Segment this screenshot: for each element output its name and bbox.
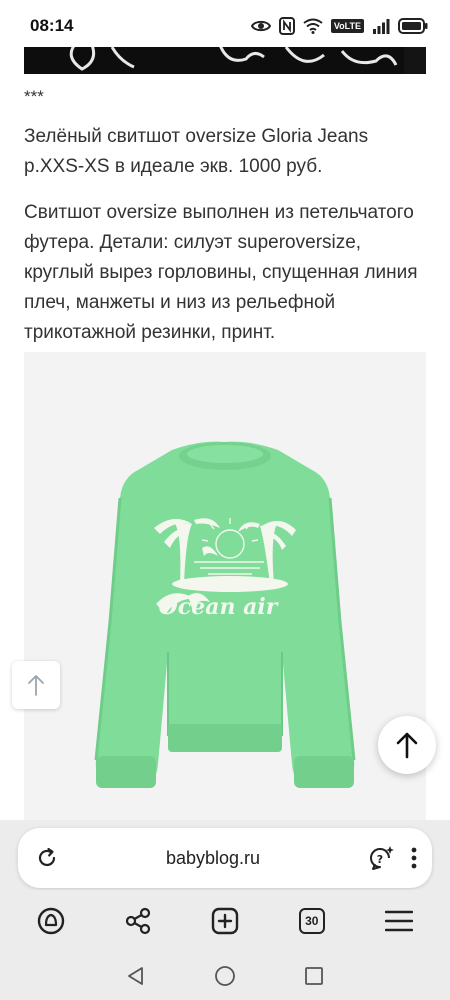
home-icon[interactable]: [214, 965, 236, 987]
wifi-icon: [303, 18, 323, 34]
alice-button[interactable]: [29, 899, 73, 943]
more-menu-icon[interactable]: [410, 846, 418, 870]
tabs-count-badge: 30: [298, 908, 325, 934]
eye-icon: [250, 19, 271, 33]
plus-square-icon: [211, 907, 239, 935]
status-time: 08:14: [30, 16, 74, 35]
address-bar[interactable]: babyblog.ru ?: [18, 828, 432, 888]
alice-icon: [37, 907, 65, 935]
url-text[interactable]: babyblog.ru: [166, 848, 260, 869]
browser-toolbar: 30: [0, 890, 450, 952]
share-icon: [124, 907, 152, 935]
system-nav-bar: [0, 952, 450, 1000]
print-text: Ocean air: [159, 594, 279, 620]
signal-icon: [372, 18, 390, 34]
status-icons: VoLTE: [250, 17, 428, 35]
hamburger-icon: [384, 910, 413, 932]
menu-button[interactable]: [377, 899, 421, 943]
recents-icon[interactable]: [304, 966, 324, 986]
new-tab-button[interactable]: [203, 899, 247, 943]
product-title: Зелёный свитшот oversize Gloria Jeans р.…: [24, 126, 369, 177]
svg-text:?: ?: [377, 853, 383, 866]
arrow-up-icon: [26, 673, 46, 697]
tabs-button[interactable]: 30: [290, 899, 334, 943]
status-bar: 08:14 VoLTE: [0, 0, 450, 52]
previous-photo: [24, 47, 426, 74]
share-button[interactable]: [116, 899, 160, 943]
nfc-icon: [278, 17, 295, 35]
product-description: Свитшот oversize выполнен из петельчатог…: [24, 202, 418, 343]
arrow-up-icon: [395, 731, 419, 759]
scroll-up-small-button[interactable]: [12, 661, 60, 709]
separator-stars: ***: [24, 87, 44, 106]
reload-icon[interactable]: [36, 847, 58, 869]
address-bar-actions: ?: [368, 845, 418, 871]
article-body: *** Зелёный свитшот oversize Gloria Jean…: [24, 80, 428, 348]
scroll-up-button[interactable]: [378, 716, 436, 774]
back-icon[interactable]: [126, 966, 146, 986]
product-photo[interactable]: Ocean air: [24, 352, 426, 820]
battery-icon: [398, 18, 428, 34]
volte-badge: VoLTE: [330, 19, 364, 33]
sweatshirt-illustration: Ocean air: [24, 352, 426, 820]
ai-chat-icon[interactable]: ?: [368, 845, 396, 871]
